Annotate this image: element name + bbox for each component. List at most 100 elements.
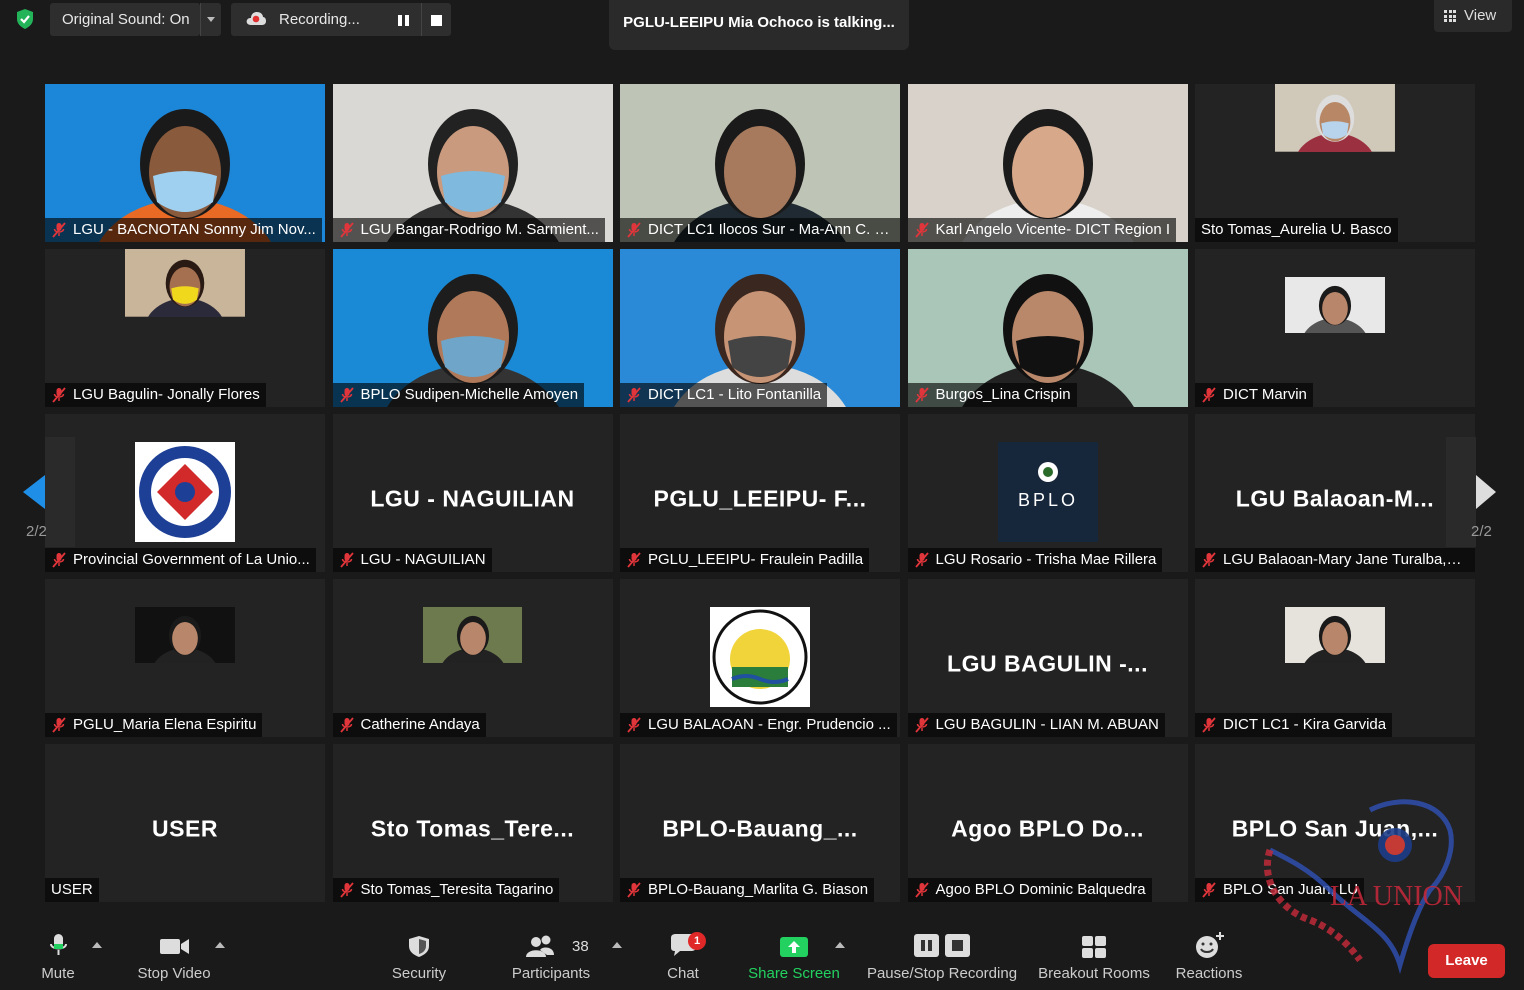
participant-name-tag: BPLO San Juan, LU xyxy=(1195,878,1365,902)
security-button[interactable]: Security xyxy=(385,920,453,990)
participant-tile[interactable]: PGLU_LEEIPU- F... PGLU_LEEIPU- Fraulein P… xyxy=(620,414,900,572)
participant-tile[interactable]: LGU - BACNOTAN Sonny Jim Nov... xyxy=(45,84,325,242)
pause-stop-recording-button[interactable]: Pause/Stop Recording xyxy=(864,920,1020,990)
participant-tile[interactable]: Provincial Government of La Unio... xyxy=(45,414,325,572)
reactions-button[interactable]: Reactions xyxy=(1172,920,1246,990)
participant-name-tag: Provincial Government of La Unio... xyxy=(45,548,316,572)
pause-recording-icon[interactable] xyxy=(387,3,419,36)
gallery-grid: LGU - BACNOTAN Sonny Jim Nov... LGU Banga… xyxy=(45,84,1475,902)
share-options-caret-icon[interactable] xyxy=(835,942,845,948)
participant-tile[interactable]: DICT LC1 - Kira Garvida xyxy=(1195,579,1475,737)
video-options-caret-icon[interactable] xyxy=(215,942,225,948)
participant-tile[interactable]: Karl Angelo Vicente- DICT Region I xyxy=(907,84,1188,242)
participant-name-tag: DICT LC1 - Kira Garvida xyxy=(1195,713,1393,737)
participant-profile-photo xyxy=(135,607,235,707)
participant-name: LGU - NAGUILIAN xyxy=(360,551,486,568)
audio-options-caret-icon[interactable] xyxy=(92,942,102,948)
participant-profile-photo xyxy=(1285,607,1385,707)
participant-profile-photo xyxy=(1285,277,1385,377)
muted-mic-icon xyxy=(52,552,66,568)
participant-name: PGLU_LEEIPU- Fraulein Padilla xyxy=(648,551,864,568)
participant-name: LGU Rosario - Trisha Mae Rillera xyxy=(935,551,1157,568)
muted-mic-icon xyxy=(339,552,354,568)
participant-tile[interactable]: BPLO San Juan,... BPLO San Juan, LU xyxy=(1195,744,1475,902)
mute-button[interactable]: Mute xyxy=(30,920,86,990)
chat-button[interactable]: Chat xyxy=(660,920,706,990)
participant-name: LGU - BACNOTAN Sonny Jim Nov... xyxy=(73,221,316,238)
previous-page-arrow-icon[interactable] xyxy=(23,475,45,509)
participant-display-name: LGU BAGULIN -... xyxy=(947,650,1148,677)
participant-tile[interactable]: USER USER xyxy=(45,744,325,902)
participant-tile[interactable]: Sto Tomas_Tere... Sto Tomas_Teresita Taga… xyxy=(332,744,613,902)
participant-name-tag: LGU Rosario - Trisha Mae Rillera xyxy=(907,548,1163,572)
security-label: Security xyxy=(391,965,447,982)
participant-tile[interactable]: LGU BAGULIN -... LGU BAGULIN - LIAN M. AB… xyxy=(907,579,1188,737)
muted-mic-icon xyxy=(914,387,929,403)
participant-name-tag: BPLO-Bauang_Marlita G. Biason xyxy=(620,878,875,902)
participant-tile[interactable]: BPLO Sudipen-Michelle Amoyen xyxy=(332,249,613,407)
reactions-emoji-icon xyxy=(1196,932,1224,958)
participant-tile[interactable]: LGU Bangar-Rodrigo M. Sarmient... xyxy=(332,84,613,242)
participant-name-tag: BPLO Sudipen-Michelle Amoyen xyxy=(332,383,585,407)
participant-name-tag: PGLU_Maria Elena Espiritu xyxy=(45,713,263,737)
participant-tile[interactable]: PGLU_Maria Elena Espiritu xyxy=(45,579,325,737)
participant-name: Burgos_Lina Crispin xyxy=(935,386,1071,403)
breakout-rooms-button[interactable]: Breakout Rooms xyxy=(1035,920,1153,990)
participant-display-name: LGU Balaoan-M... xyxy=(1235,485,1435,512)
participant-tile[interactable]: DICT LC1 - Lito Fontanilla xyxy=(620,249,900,407)
share-screen-button[interactable]: Share Screen xyxy=(745,920,843,990)
participant-name-tag: LGU BAGULIN - LIAN M. ABUAN xyxy=(907,713,1165,737)
active-speaker-banner: PGLU-LEEIPU Mia Ochoco is talking... xyxy=(609,0,909,50)
muted-mic-icon xyxy=(52,717,66,733)
original-sound-dropdown[interactable] xyxy=(200,3,221,36)
muted-mic-icon xyxy=(1202,387,1216,403)
participant-tile[interactable]: BPLO LGU Rosario - Trisha Mae Rillera xyxy=(907,414,1188,572)
stop-video-button[interactable]: Stop Video xyxy=(130,920,218,990)
participant-tile[interactable]: Burgos_Lina Crispin xyxy=(907,249,1188,407)
participant-name: DICT LC1 - Lito Fontanilla xyxy=(648,386,822,403)
pause-stop-recording-label: Pause/Stop Recording xyxy=(866,965,1018,982)
participant-display-name: LGU - NAGUILIAN xyxy=(370,485,575,512)
participant-tile[interactable]: LGU Bagulin- Jonally Flores xyxy=(45,249,325,407)
participant-name: Provincial Government of La Unio... xyxy=(73,551,310,568)
participants-caret-icon[interactable] xyxy=(612,942,622,948)
page-indicator-left: 2/2 xyxy=(26,523,47,540)
participant-tile[interactable]: Agoo BPLO Do... Agoo BPLO Dominic Balqued… xyxy=(907,744,1188,902)
participants-button[interactable]: Participants xyxy=(505,920,597,990)
participants-label: Participants xyxy=(511,965,591,982)
participant-name-tag: LGU BALAOAN - Engr. Prudencio ... xyxy=(620,713,897,737)
participant-tile[interactable]: Catherine Andaya xyxy=(332,579,613,737)
participant-tile[interactable]: BPLO-Bauang_... BPLO-Bauang_Marlita G. Bi… xyxy=(620,744,900,902)
participant-tile[interactable]: DICT LC1 Ilocos Sur - Ma-Ann C. P... xyxy=(620,84,900,242)
stop-recording-icon[interactable] xyxy=(421,3,451,36)
breakout-rooms-label: Breakout Rooms xyxy=(1038,965,1150,982)
muted-mic-icon xyxy=(339,387,354,403)
participant-tile[interactable]: LGU BALAOAN - Engr. Prudencio ... xyxy=(620,579,900,737)
share-screen-label: Share Screen xyxy=(748,965,840,982)
participant-display-name: BPLO San Juan,... xyxy=(1231,815,1439,842)
participant-name: DICT LC1 - Kira Garvida xyxy=(1223,716,1387,733)
breakout-rooms-icon xyxy=(1082,936,1106,958)
view-button[interactable]: View xyxy=(1434,0,1512,32)
zoom-meeting-window: Original Sound: On Recording... PGLU-LEE… xyxy=(0,0,1524,990)
participant-name-tag: LGU - NAGUILIAN xyxy=(332,548,492,572)
leave-button[interactable]: Leave xyxy=(1428,944,1505,978)
participant-display-name: USER xyxy=(152,815,218,842)
muted-mic-icon xyxy=(1202,882,1216,898)
original-sound-button[interactable]: Original Sound: On xyxy=(50,3,200,36)
muted-mic-icon xyxy=(914,717,929,733)
participant-display-name: BPLO-Bauang_... xyxy=(662,815,858,842)
participant-name-tag: LGU - BACNOTAN Sonny Jim Nov... xyxy=(45,218,322,242)
participant-tile[interactable]: Sto Tomas_Aurelia U. Basco xyxy=(1195,84,1475,242)
participant-name-tag: DICT LC1 - Lito Fontanilla xyxy=(620,383,828,407)
participant-tile[interactable]: LGU - NAGUILIAN LGU - NAGUILIAN xyxy=(332,414,613,572)
next-page-arrow-icon[interactable] xyxy=(1476,475,1496,509)
participant-name: BPLO San Juan, LU xyxy=(1223,881,1359,898)
participant-tile[interactable]: DICT Marvin xyxy=(1195,249,1475,407)
participant-name: BPLO-Bauang_Marlita G. Biason xyxy=(648,881,869,898)
reactions-label: Reactions xyxy=(1175,965,1243,982)
participant-name-tag: Agoo BPLO Dominic Balquedra xyxy=(907,878,1152,902)
encryption-shield-icon[interactable] xyxy=(12,6,38,32)
participant-tile[interactable]: LGU Balaoan-M... LGU Balaoan-Mary Jane Tu… xyxy=(1195,414,1475,572)
microphone-icon xyxy=(50,934,67,955)
